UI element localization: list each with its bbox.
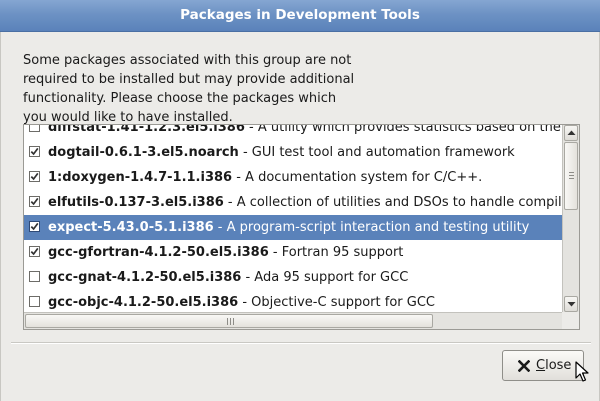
- thumb-grip: [230, 318, 231, 325]
- package-description: - Objective-C support for GCC: [238, 295, 435, 310]
- close-button-label: Close: [536, 351, 571, 380]
- package-name: diffstat-1.41-1.2.3.el5.i386: [48, 125, 245, 135]
- package-row[interactable]: gcc-gnat-4.1.2-50.el5.i386 - Ada 95 supp…: [24, 265, 562, 290]
- thumb-grip: [233, 318, 234, 325]
- scroll-down-button[interactable]: [564, 296, 578, 312]
- package-name: elfutils-0.137-3.el5.i386: [48, 195, 224, 210]
- package-checkbox[interactable]: [29, 125, 40, 132]
- thumb-grip: [227, 318, 228, 325]
- close-mnemonic: C: [536, 358, 546, 373]
- package-name: gcc-gfortran-4.1.2-50.el5.i386: [48, 245, 269, 260]
- package-row[interactable]: dogtail-0.6.1-3.el5.noarch - GUI test to…: [24, 140, 562, 165]
- package-text: elfutils-0.137-3.el5.i386 - A collection…: [48, 190, 562, 215]
- package-name: 1:doxygen-1.4.7-1.1.i386: [48, 170, 233, 185]
- package-text: 1:doxygen-1.4.7-1.1.i386 - A documentati…: [48, 165, 482, 190]
- description-text: Some packages associated with this group…: [23, 53, 355, 125]
- horizontal-scroll-thumb[interactable]: [25, 314, 433, 328]
- checkmark-icon: [30, 222, 39, 231]
- horizontal-scrollbar[interactable]: [24, 312, 562, 329]
- package-row[interactable]: expect-5.43.0-5.1.i386 - A program-scrip…: [24, 215, 562, 240]
- scroll-up-button[interactable]: [564, 125, 578, 141]
- package-description: - Ada 95 support for GCC: [241, 270, 409, 285]
- vertical-scroll-thumb[interactable]: [564, 142, 578, 210]
- package-row[interactable]: gcc-objc-4.1.2-50.el5.i386 - Objective-C…: [24, 290, 562, 313]
- package-text: expect-5.43.0-5.1.i386 - A program-scrip…: [48, 215, 529, 240]
- checkmark-icon: [30, 172, 39, 181]
- close-x-icon: [518, 360, 530, 372]
- close-label-rest: lose: [545, 358, 572, 373]
- package-row[interactable]: elfutils-0.137-3.el5.i386 - A collection…: [24, 190, 562, 215]
- package-text: gcc-gfortran-4.1.2-50.el5.i386 - Fortran…: [48, 240, 403, 265]
- package-name: gcc-objc-4.1.2-50.el5.i386: [48, 295, 239, 310]
- package-checkbox[interactable]: [29, 246, 40, 257]
- dialog-title: Packages in Development Tools: [0, 0, 600, 32]
- vertical-scrollbar[interactable]: [562, 125, 579, 313]
- package-row[interactable]: gcc-gfortran-4.1.2-50.el5.i386 - Fortran…: [24, 240, 562, 265]
- package-name: expect-5.43.0-5.1.i386: [48, 220, 214, 235]
- package-checkbox[interactable]: [29, 221, 40, 232]
- checkmark-icon: [30, 247, 39, 256]
- package-checkbox[interactable]: [29, 271, 40, 282]
- thumb-grip: [569, 175, 574, 176]
- package-checkbox[interactable]: [29, 171, 40, 182]
- package-checkbox[interactable]: [29, 196, 40, 207]
- package-row[interactable]: diffstat-1.41-1.2.3.el5.i386 - A utility…: [24, 125, 562, 140]
- arrow-down-icon: [567, 302, 576, 307]
- package-text: diffstat-1.41-1.2.3.el5.i386 - A utility…: [48, 125, 561, 140]
- package-row[interactable]: 1:doxygen-1.4.7-1.1.i386 - A documentati…: [24, 165, 562, 190]
- package-text: gcc-gnat-4.1.2-50.el5.i386 - Ada 95 supp…: [48, 265, 408, 290]
- checkmark-icon: [30, 147, 39, 156]
- package-description: - Fortran 95 support: [268, 245, 404, 260]
- dialog-body: Some packages associated with this group…: [0, 32, 600, 401]
- package-description: - GUI test tool and automation framework: [238, 145, 515, 160]
- package-list-frame: diffstat-1.41-1.2.3.el5.i386 - A utility…: [23, 124, 580, 330]
- mouse-pointer-icon: [575, 361, 589, 382]
- package-name: dogtail-0.6.1-3.el5.noarch: [48, 145, 239, 160]
- package-description: - A utility which provides statistics ba…: [244, 125, 561, 135]
- package-text: dogtail-0.6.1-3.el5.noarch - GUI test to…: [48, 140, 515, 165]
- thumb-grip: [569, 178, 574, 179]
- package-name: gcc-gnat-4.1.2-50.el5.i386: [48, 270, 242, 285]
- close-button[interactable]: Close: [502, 350, 584, 381]
- arrow-up-icon: [567, 130, 576, 135]
- package-rows: diffstat-1.41-1.2.3.el5.i386 - A utility…: [24, 125, 562, 313]
- thumb-grip: [569, 172, 574, 173]
- checkmark-icon: [30, 197, 39, 206]
- package-description: - A collection of utilities and DSOs to …: [223, 195, 562, 210]
- packages-dialog: Packages in Development Tools Some packa…: [0, 0, 600, 401]
- separator: [11, 342, 591, 344]
- scroll-corner: [562, 312, 579, 329]
- package-description: - A documentation system for C/C++.: [232, 170, 483, 185]
- package-checkbox[interactable]: [29, 296, 40, 307]
- package-list[interactable]: diffstat-1.41-1.2.3.el5.i386 - A utility…: [24, 125, 562, 313]
- package-checkbox[interactable]: [29, 146, 40, 157]
- package-description: - A program-script interaction and testi…: [213, 220, 530, 235]
- package-text: gcc-objc-4.1.2-50.el5.i386 - Objective-C…: [48, 290, 435, 313]
